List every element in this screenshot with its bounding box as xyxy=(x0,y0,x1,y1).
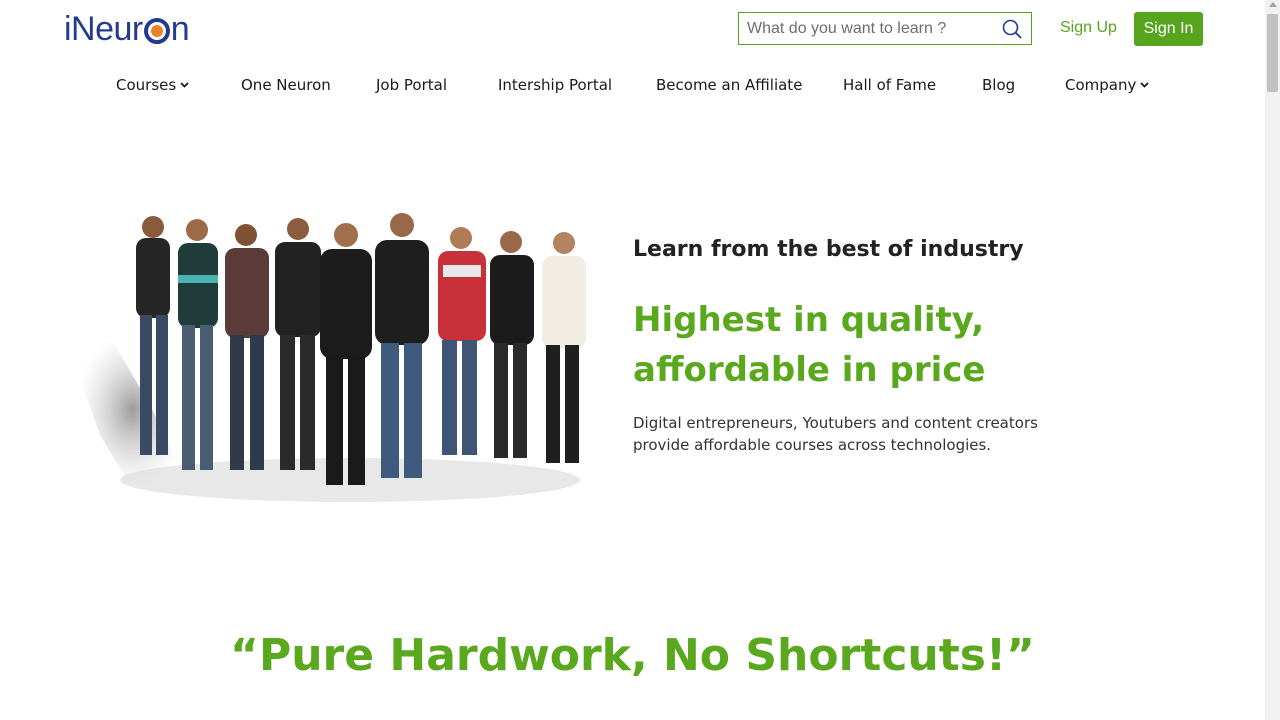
nav-item-blog[interactable]: Blog xyxy=(982,76,1015,94)
sign-in-button[interactable]: Sign In xyxy=(1134,12,1203,46)
nav-item-label: Become an Affiliate xyxy=(656,76,803,94)
chevron-down-icon xyxy=(180,82,189,88)
scrollbar-thumb[interactable] xyxy=(1267,14,1278,92)
page-scrollbar[interactable] xyxy=(1265,0,1280,720)
team-photo xyxy=(75,213,586,502)
nav-item-courses[interactable]: Courses xyxy=(116,76,189,94)
logo-text-suffix: n xyxy=(170,9,190,48)
nav-item-become-affiliate[interactable]: Become an Affiliate xyxy=(656,76,802,94)
nav-item-label: Job Portal xyxy=(376,76,447,94)
hero-description: Digital entrepreneurs, Youtubers and con… xyxy=(633,414,1038,454)
sign-up-link[interactable]: Sign Up xyxy=(1060,19,1117,37)
search-input[interactable] xyxy=(739,13,997,44)
logo-mark-icon xyxy=(143,18,170,44)
nav-item-internship-portal[interactable]: Intership Portal xyxy=(498,76,612,94)
main-nav: Courses One Neuron Job Portal Intership … xyxy=(0,76,1265,96)
nav-item-label: Intership Portal xyxy=(498,76,613,94)
nav-item-label: Courses xyxy=(116,76,177,94)
nav-item-label: Hall of Fame xyxy=(843,76,937,94)
nav-item-hall-of-fame[interactable]: Hall of Fame xyxy=(843,76,936,94)
nav-item-label: One Neuron xyxy=(241,76,331,94)
chevron-down-icon xyxy=(1140,82,1150,88)
search-icon[interactable] xyxy=(997,14,1027,44)
logo-text-prefix: iNeur xyxy=(64,9,143,48)
tagline-quote: “Pure Hardwork, No Shortcuts!” xyxy=(230,630,1035,681)
hero-headline: Highest in quality, affordable in price xyxy=(633,300,986,390)
scroll-up-icon[interactable] xyxy=(1269,2,1277,7)
nav-item-job-portal[interactable]: Job Portal xyxy=(376,76,447,94)
nav-item-one-neuron[interactable]: One Neuron xyxy=(241,76,331,94)
hero-kicker: Learn from the best of industry xyxy=(633,237,1024,262)
nav-item-company[interactable]: Company xyxy=(1065,76,1150,94)
ineuron-logo[interactable]: iNeur n xyxy=(64,8,190,50)
search-bar xyxy=(738,12,1032,45)
nav-item-label: Company xyxy=(1065,76,1137,94)
nav-item-label: Blog xyxy=(982,76,1016,94)
